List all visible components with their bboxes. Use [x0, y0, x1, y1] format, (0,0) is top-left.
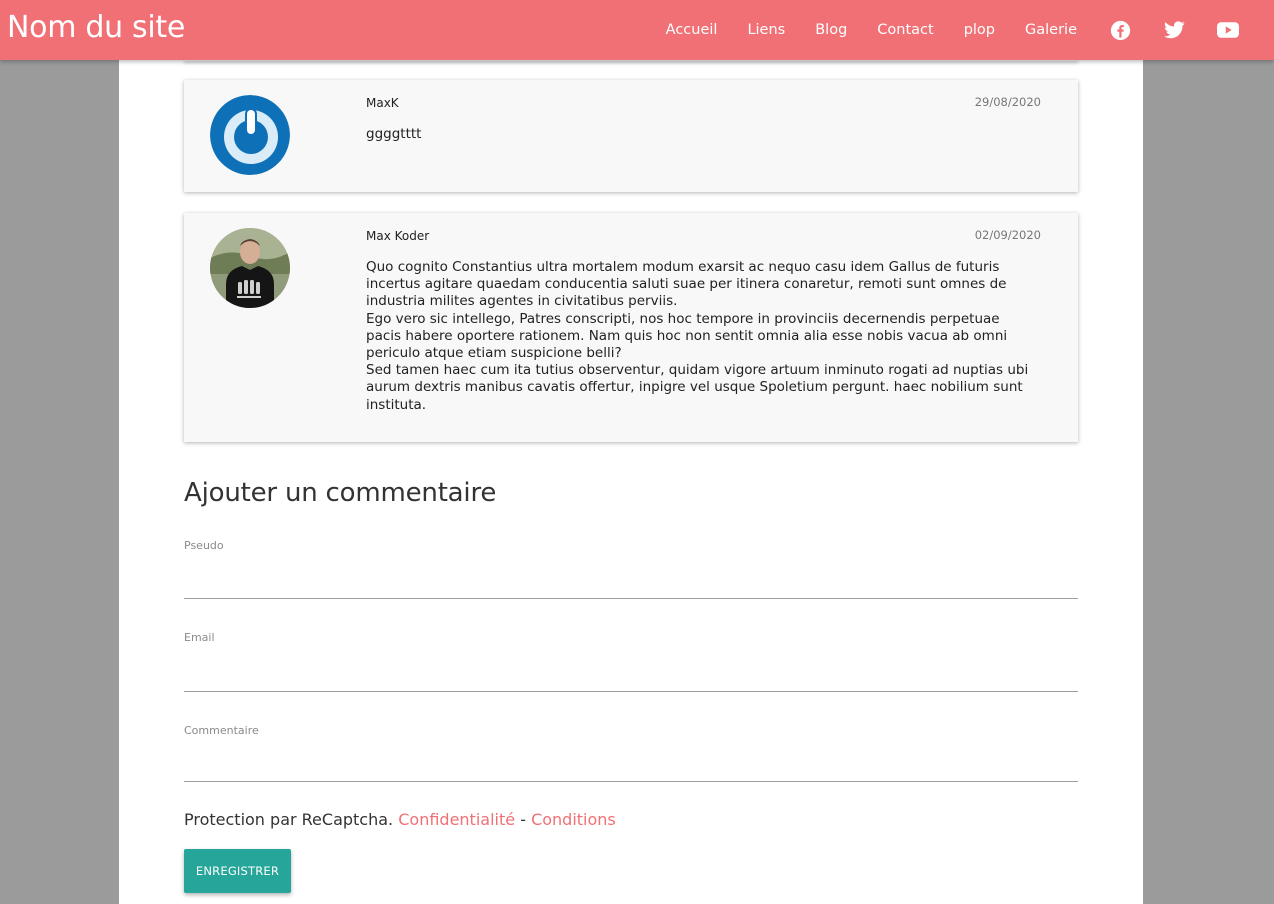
recaptcha-text: Protection par ReCaptcha. — [184, 810, 394, 829]
email-label: Email — [184, 631, 215, 644]
nav-link-accueil[interactable]: Accueil — [666, 22, 718, 38]
nav-link-galerie[interactable]: Galerie — [1025, 22, 1077, 38]
facebook-icon[interactable] — [1109, 19, 1131, 41]
navbar: Nom du site Accueil Liens Blog Contact p… — [0, 0, 1274, 60]
nav-link-blog[interactable]: Blog — [815, 22, 847, 38]
power-logo-avatar — [210, 95, 290, 175]
comment-card: MaxK 29/08/2020 ggggtttt — [184, 80, 1078, 192]
nav-link-contact[interactable]: Contact — [877, 22, 933, 38]
comment-text: ggggtttt — [366, 126, 422, 142]
comment-paragraph: Quo cognito Constantius ultra mortalem m… — [366, 259, 1007, 310]
add-comment-heading: Ajouter un commentaire — [184, 478, 497, 508]
pseudo-label: Pseudo — [184, 539, 224, 552]
email-input[interactable] — [184, 662, 1078, 692]
terms-link[interactable]: Conditions — [531, 810, 616, 829]
nav-menu: Accueil Liens Blog Contact plop Galerie — [636, 0, 1274, 60]
person-photo-avatar — [210, 228, 290, 308]
main-container: MaxK 29/08/2020 ggggtttt Max Koder 02/09… — [119, 0, 1143, 904]
comment-date: 02/09/2020 — [974, 228, 1041, 242]
comment-paragraph: Sed tamen haec cum ita tutius observentu… — [366, 362, 1029, 413]
save-button[interactable]: ENREGISTRER — [184, 849, 291, 893]
privacy-link[interactable]: Confidentialité — [398, 810, 515, 829]
twitter-icon[interactable] — [1163, 19, 1185, 41]
comment-author: Max Koder — [366, 229, 430, 243]
comment-textarea[interactable] — [184, 752, 1078, 782]
youtube-icon[interactable] — [1217, 19, 1239, 41]
comment-paragraph: Ego vero sic intellego, Patres conscript… — [366, 310, 1008, 362]
comment-author: MaxK — [366, 96, 399, 110]
recaptcha-notice: Protection par ReCaptcha. Confidentialit… — [184, 810, 616, 829]
nav-link-liens[interactable]: Liens — [747, 22, 785, 38]
comment-text: Quo cognito Constantius ultra mortalem m… — [366, 259, 1036, 414]
comment-label: Commentaire — [184, 724, 259, 737]
comment-date: 29/08/2020 — [974, 95, 1041, 109]
pseudo-input[interactable] — [184, 569, 1078, 599]
link-separator: - — [520, 810, 526, 829]
comment-card: Max Koder 02/09/2020 Quo cognito Constan… — [184, 213, 1078, 442]
site-title-link[interactable]: Nom du site — [7, 10, 185, 45]
nav-link-plop[interactable]: plop — [964, 22, 995, 38]
